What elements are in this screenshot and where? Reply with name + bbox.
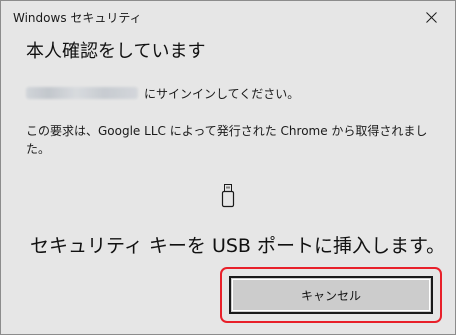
windows-security-dialog: Windows セキュリティ 本人確認をしています にサインインしてください。 …: [0, 0, 456, 335]
usb-key-icon: [221, 184, 235, 208]
insert-key-instruction: セキュリティ キーを USB ポートに挿入します。: [30, 235, 446, 257]
redacted-account-name: [26, 87, 138, 99]
title-bar: Windows セキュリティ: [1, 1, 455, 33]
sign-in-line: にサインインしてください。: [26, 85, 299, 101]
close-icon: [426, 12, 437, 23]
dialog-heading: 本人確認をしています: [26, 41, 206, 62]
sign-in-instruction: にサインインしてください。: [144, 87, 300, 101]
window-title: Windows セキュリティ: [13, 11, 142, 25]
cancel-button[interactable]: キャンセル: [229, 276, 433, 314]
close-button[interactable]: [409, 1, 455, 33]
request-origin-text: この要求は、Google LLC によって発行された Chrome から取得され…: [26, 124, 428, 156]
